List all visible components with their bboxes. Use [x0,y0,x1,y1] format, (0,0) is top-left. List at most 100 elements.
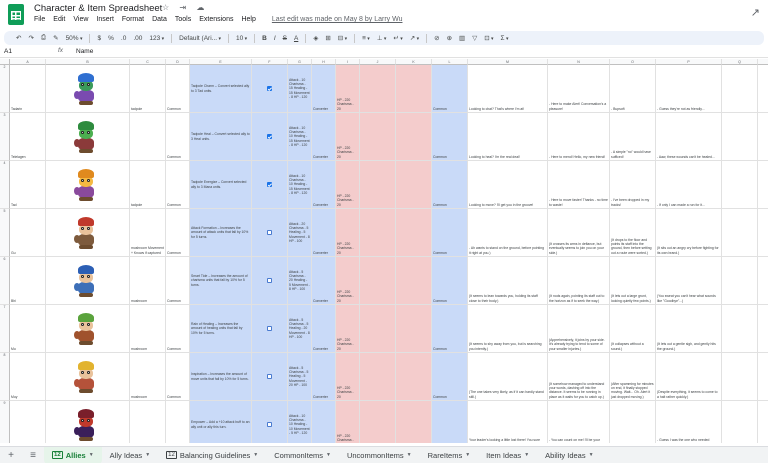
table-cell[interactable] [758,65,768,113]
chevron-down-icon[interactable]: ▼ [465,452,470,458]
checkbox-cell[interactable] [252,401,288,443]
table-cell[interactable] [396,305,432,353]
table-cell[interactable] [360,305,396,353]
table-cell[interactable] [396,209,432,257]
table-cell[interactable]: mushroom [130,257,166,305]
table-cell[interactable]: Your leader's looking a little lost ther… [468,401,548,443]
table-cell[interactable] [360,401,396,443]
last-edit-link[interactable]: Last edit was made on May 8 by Larry Wu [272,16,403,23]
table-cell[interactable]: mushroom [130,305,166,353]
merge-cells-icon[interactable]: ⊟ [336,34,349,42]
table-cell[interactable] [360,65,396,113]
text-wrap-icon[interactable]: ↵ [391,34,404,42]
checkbox-cell[interactable] [252,113,288,161]
table-cell[interactable]: - Ah wants to stand on the ground, befor… [468,209,548,257]
tab-ally-ideas[interactable]: Ally Ideas ▼ [102,447,158,463]
table-cell[interactable] [722,257,758,305]
undo-icon[interactable]: ↶ [14,34,23,42]
tab-balancing-guidelines[interactable]: 12 Balancing Guidelines ▼ [158,447,266,463]
decrease-decimal-button[interactable]: .0 [119,35,128,42]
table-cell[interactable]: - A simple "no" would have sufficed! [610,113,656,161]
table-cell[interactable] [722,65,758,113]
star-move-cloud-icons[interactable]: ☆ ⇥ ☁ [162,3,208,12]
table-cell[interactable]: HP - 220 Charisma - 20 [336,65,360,113]
table-cell[interactable]: Common [166,353,190,401]
table-cell[interactable]: - If only I can made a run for it... [656,161,722,209]
checkbox-cell[interactable] [252,161,288,209]
table-cell[interactable]: (Despite everything, it seems to come to… [656,353,722,401]
sheets-logo-icon[interactable] [8,4,24,25]
chevron-down-icon[interactable]: ▼ [89,452,94,458]
table-cell[interactable]: HP - 220 Charisma - 20 [336,257,360,305]
table-cell[interactable]: (It drops to the floor and points its st… [610,209,656,257]
table-cell[interactable]: Common [166,401,190,443]
table-cell[interactable]: Attack - 20 Charisma - 5 Healing - 5 Mov… [288,209,312,257]
table-cell[interactable]: (The one takes very likely, as if it can… [468,353,548,401]
increase-decimal-button[interactable]: .00 [131,35,144,42]
all-sheets-icon[interactable]: ≡ [22,450,44,461]
table-cell[interactable]: Muy [10,353,46,401]
text-color-button[interactable]: A [292,35,300,42]
table-cell[interactable]: mushroom [130,353,166,401]
table-cell[interactable]: Gu [10,209,46,257]
menu-format[interactable]: Format [122,16,144,23]
table-cell[interactable]: (Apprehensively, it joins by your side. … [548,305,610,353]
redo-icon[interactable]: ↷ [26,34,35,42]
checkbox[interactable] [267,230,272,235]
menu-view[interactable]: View [73,16,88,23]
table-cell[interactable] [758,257,768,305]
checkbox[interactable] [267,86,272,91]
table-cell[interactable]: Smart Tide – Increases the amount of cha… [190,257,252,305]
strikethrough-button[interactable]: S [281,35,289,42]
table-cell[interactable] [396,65,432,113]
table-cell[interactable]: HP - 220 Charisma - 20 [336,353,360,401]
fill-color-icon[interactable]: ◈ [311,34,320,42]
table-cell[interactable]: Common [432,113,468,161]
table-cell[interactable]: Common [432,209,468,257]
table-cell[interactable]: Looking to move? I'll get you in the gro… [468,161,548,209]
table-cell[interactable] [396,353,432,401]
table-cell[interactable] [722,209,758,257]
table-cell[interactable]: Common [166,257,190,305]
table-cell[interactable]: (It crosses its arms in defiance, but ev… [548,209,610,257]
table-cell[interactable]: Attack - 5 Charisma - 5 Healing - 5 Move… [288,353,312,401]
table-cell[interactable]: - You can count on me! I'll be your ever… [548,401,610,443]
table-cell[interactable] [722,401,758,443]
horizontal-align-icon[interactable]: ≡ [360,35,372,42]
table-cell[interactable] [722,113,758,161]
menu-help[interactable]: Help [241,16,255,23]
table-cell[interactable] [396,113,432,161]
table-cell[interactable]: Common [432,65,468,113]
table-cell[interactable] [360,161,396,209]
table-cell[interactable]: Rain of Healing – Increases the amount o… [190,305,252,353]
tab-common-items[interactable]: CommonItems ▼ [266,447,339,463]
table-cell[interactable] [360,353,396,401]
tab-ability-ideas[interactable]: Ability Ideas ▼ [537,447,601,463]
table-cell[interactable]: Phaquealist [10,401,46,443]
table-cell[interactable]: Attack Formation – Increases the amount … [190,209,252,257]
zoom-select[interactable]: 50% [64,35,85,42]
table-cell[interactable]: - Guess they're not as friendly... [656,65,722,113]
font-family-select[interactable]: Default (Ari... [177,35,223,42]
table-cell[interactable]: Converter [312,353,336,401]
text-rotation-icon[interactable]: ↗ [408,34,421,42]
table-cell[interactable]: Telelagen [10,113,46,161]
table-cell[interactable] [360,257,396,305]
table-cell[interactable]: - Bupsoft [610,65,656,113]
checkbox-cell[interactable] [252,257,288,305]
table-cell[interactable]: (It seems to lean towards you, holding i… [468,257,548,305]
table-cell[interactable]: Common [432,257,468,305]
table-cell[interactable]: Common [432,401,468,443]
insert-link-icon[interactable]: ⊘ [432,34,441,42]
table-cell[interactable] [396,401,432,443]
functions-icon[interactable]: Σ [499,35,511,42]
row-number[interactable]: 2 [0,65,10,113]
table-cell[interactable]: Attack - 10 Charisma - 10 Healing - 10 M… [288,401,312,443]
menu-edit[interactable]: Edit [53,16,65,23]
chevron-down-icon[interactable]: ▼ [145,452,150,458]
table-cell[interactable]: Common [432,353,468,401]
table-cell[interactable]: HP - 220 Charisma - 20 [336,305,360,353]
table-cell[interactable]: (It lets out a gentle sigh, and gently h… [656,305,722,353]
currency-format-button[interactable]: $ [95,35,103,42]
table-cell[interactable]: Tad [10,161,46,209]
